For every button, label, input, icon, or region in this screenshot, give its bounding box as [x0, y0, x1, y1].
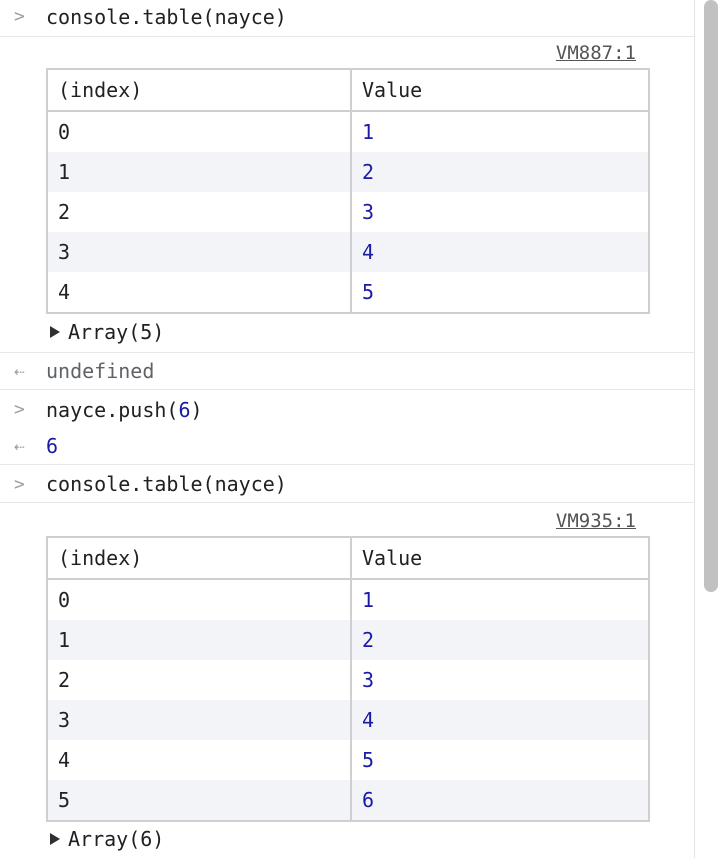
console-table: (index) Value 0 1 1 2 2 3 3	[46, 536, 650, 822]
console-table-output: VM887:1 (index) Value 0 1 1 2 2 3 3 4 4 …	[0, 36, 694, 353]
value-cell: 5	[350, 272, 649, 313]
console-panel: > console.table(nayce) VM887:1 (index) V…	[0, 0, 694, 858]
column-header-value[interactable]: Value	[350, 537, 649, 580]
console-result-text: undefined	[46, 359, 155, 383]
source-link[interactable]: VM935:1	[556, 510, 636, 532]
column-header-index[interactable]: (index)	[47, 537, 351, 580]
array-label: Array(6)	[68, 827, 165, 851]
table-row: 0 1	[47, 579, 649, 620]
column-header-value[interactable]: Value	[350, 69, 649, 112]
table-row: 0 1	[47, 111, 649, 152]
return-arrow-icon: ⇠	[14, 361, 25, 382]
table-row: 1 2	[47, 152, 649, 192]
table-row: 5 6	[47, 780, 649, 821]
console-result-text: 6	[46, 434, 59, 458]
triangle-right-icon	[50, 326, 60, 338]
value-cell: 3	[350, 192, 649, 232]
value-cell: 5	[350, 740, 649, 780]
table-row: 4 5	[47, 272, 649, 313]
code-text: nayce.push(	[46, 398, 179, 422]
code-number: 6	[178, 398, 191, 422]
index-cell: 2	[58, 200, 71, 224]
index-cell: 1	[47, 620, 351, 660]
index-cell: 5	[47, 780, 351, 821]
console-result-row: ⇠ undefined	[0, 353, 694, 390]
array-label: Array(5)	[68, 320, 165, 344]
console-input-row[interactable]: > nayce.push(6)	[0, 390, 694, 426]
table-row: 3 4	[47, 700, 649, 740]
index-cell: 3	[47, 700, 351, 740]
index-cell: 0	[58, 120, 71, 144]
index-cell: 4	[58, 280, 71, 304]
chevron-right-icon: >	[14, 6, 25, 27]
console-input-text: console.table(nayce)	[46, 5, 287, 29]
value-cell: 2	[350, 620, 649, 660]
value-cell: 6	[350, 780, 649, 821]
table-row: 1 2	[47, 620, 649, 660]
table-row: 3 4	[47, 232, 649, 272]
console-input-row[interactable]: > console.table(nayce)	[0, 0, 694, 37]
console-table-output: VM935:1 (index) Value 0 1 1 2 2 3 3 4 4 …	[0, 503, 694, 858]
console-result-row: ⇠ 6	[0, 428, 694, 465]
console-input-text: nayce.push(6)	[46, 398, 203, 422]
value-cell: 2	[350, 152, 649, 192]
index-cell: 3	[47, 232, 351, 272]
value-cell: 1	[350, 579, 649, 620]
value-cell: 4	[350, 232, 649, 272]
console-input-row[interactable]: > console.table(nayce)	[0, 465, 694, 503]
index-cell: 2	[58, 668, 71, 692]
chevron-right-icon: >	[14, 474, 25, 495]
value-cell: 3	[350, 660, 649, 700]
index-cell: 0	[58, 588, 71, 612]
code-text: )	[190, 398, 203, 422]
value-cell: 4	[350, 700, 649, 740]
value-cell: 1	[350, 111, 649, 152]
console-table: (index) Value 0 1 1 2 2 3 3	[46, 68, 650, 314]
index-cell: 1	[47, 152, 351, 192]
column-header-index[interactable]: (index)	[47, 69, 351, 112]
index-cell: 4	[58, 748, 71, 772]
table-row: 2 3	[47, 660, 649, 700]
scrollbar-thumb[interactable]	[704, 0, 718, 592]
console-input-text: console.table(nayce)	[46, 472, 287, 496]
table-row: 2 3	[47, 192, 649, 232]
triangle-right-icon	[50, 833, 60, 845]
chevron-right-icon: >	[14, 399, 25, 420]
return-arrow-icon: ⇠	[14, 436, 25, 457]
source-link[interactable]: VM887:1	[556, 42, 636, 64]
table-row: 4 5	[47, 740, 649, 780]
